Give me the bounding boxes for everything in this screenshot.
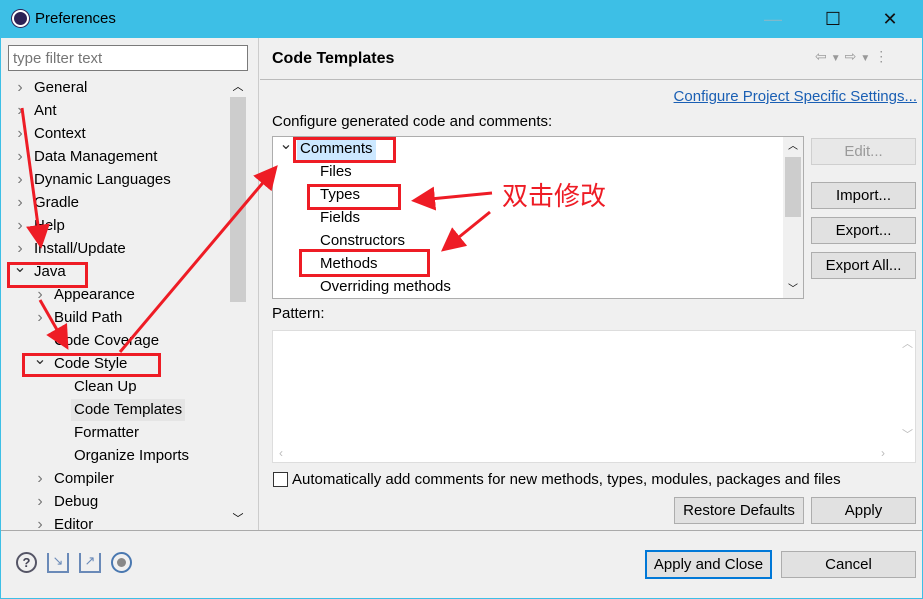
tree-item[interactable]: › Help xyxy=(8,215,248,237)
chevron-down-icon[interactable]: ⌄ xyxy=(279,137,293,156)
annotation-text: 双击修改 xyxy=(502,182,607,212)
chevron-right-icon[interactable]: › xyxy=(13,77,27,99)
tree-item[interactable]: Code Templates xyxy=(8,399,248,421)
help-icon[interactable]: ? xyxy=(16,552,37,573)
tree-item[interactable]: › General xyxy=(8,77,248,99)
tree-item[interactable]: Formatter xyxy=(8,422,248,444)
chevron-right-icon[interactable]: › xyxy=(13,123,27,145)
auto-comments-checkbox[interactable] xyxy=(273,472,288,487)
tree-item-label: Debug xyxy=(54,493,99,510)
chevron-right-icon[interactable]: › xyxy=(33,468,47,490)
tree-item-label: Dynamic Languages xyxy=(34,171,171,188)
tree-item-label: Context xyxy=(34,125,86,142)
chevron-right-icon[interactable]: › xyxy=(33,514,47,529)
project-settings-link[interactable]: Configure Project Specific Settings... xyxy=(674,88,917,105)
scroll-thumb[interactable] xyxy=(230,97,246,302)
auto-comments-label[interactable]: Automatically add comments for new metho… xyxy=(292,471,841,488)
minimize-button[interactable]: — xyxy=(753,6,793,32)
nav-toolbar: ⇦▼⇨▼⋮ xyxy=(815,48,892,65)
restore-defaults-button[interactable]: Restore Defaults xyxy=(674,497,804,524)
record-icon[interactable] xyxy=(111,552,132,573)
tree-item-label: Ant xyxy=(34,102,57,119)
annotation-box-methods xyxy=(299,249,430,277)
export-all-button[interactable]: Export All... xyxy=(811,252,916,279)
forward-arrow-icon[interactable]: ⇨ xyxy=(845,48,861,64)
back-arrow-icon[interactable]: ⇦ xyxy=(815,48,831,64)
templates-scrollbar[interactable]: ︿ ﹀ xyxy=(783,137,803,298)
tree-item[interactable]: › Install/Update xyxy=(8,238,248,260)
export-icon[interactable]: ↗ xyxy=(79,553,101,573)
page-title: Code Templates xyxy=(272,50,395,67)
tree-item-label: Files xyxy=(320,163,352,180)
annotation-box-java xyxy=(7,262,88,288)
tree-item-label: Build Path xyxy=(54,309,123,326)
eclipse-logo-icon xyxy=(12,10,29,27)
dropdown-icon[interactable]: ▼ xyxy=(831,53,845,64)
tree-item[interactable]: Clean Up xyxy=(8,376,248,398)
preference-tree: › General › Ant › Context › Data Management › Dyn… xyxy=(8,77,248,529)
pattern-textarea[interactable]: ︿ ﹀ ‹ › xyxy=(272,330,916,463)
tree-item-label: Install/Update xyxy=(34,240,126,257)
import-icon[interactable]: ↘ xyxy=(47,553,69,573)
tree-item-label: Editor xyxy=(54,516,94,529)
annotation-box-types xyxy=(307,184,401,210)
tree-item[interactable]: › Context xyxy=(8,123,248,145)
pattern-label: Pattern: xyxy=(272,305,325,322)
title-bar: Preferences — ☐ ✕ xyxy=(0,0,923,38)
tree-item-label: Organize Imports xyxy=(74,447,190,464)
tree-item-label: Formatter xyxy=(74,424,140,441)
apply-button[interactable]: Apply xyxy=(811,497,916,524)
window-title: Preferences xyxy=(35,10,116,27)
import-button[interactable]: Import... xyxy=(811,182,916,209)
tree-item-label: Help xyxy=(34,217,65,234)
tree-item[interactable]: › Dynamic Languages xyxy=(8,169,248,191)
edit-button[interactable]: Edit... xyxy=(811,138,916,165)
export-button[interactable]: Export... xyxy=(811,217,916,244)
more-icon[interactable]: ⋮ xyxy=(874,48,892,64)
tree-item-label: Fields xyxy=(320,209,361,226)
tree-item-label: Clean Up xyxy=(74,378,137,395)
header-divider xyxy=(260,79,923,80)
tree-item[interactable]: › Data Management xyxy=(8,146,248,168)
pane-divider[interactable] xyxy=(258,38,259,530)
cancel-button[interactable]: Cancel xyxy=(781,551,916,578)
dropdown-icon[interactable]: ▼ xyxy=(860,53,874,64)
annotation-box-code-style xyxy=(22,353,161,377)
tree-item-label: Data Management xyxy=(34,148,158,165)
tree-item[interactable]: › Build Path xyxy=(8,307,248,329)
maximize-button[interactable]: ☐ xyxy=(813,6,853,32)
tree-item[interactable]: › Editor xyxy=(8,514,248,529)
tree-item[interactable]: Organize Imports xyxy=(8,445,248,467)
annotation-box-comments xyxy=(293,137,396,163)
tree-item-label: Compiler xyxy=(54,470,115,487)
tree-item-label: Overriding methods xyxy=(320,278,451,295)
close-button[interactable]: ✕ xyxy=(870,6,910,32)
tree-item[interactable]: › Gradle xyxy=(8,192,248,214)
tree-item[interactable]: › Compiler xyxy=(8,468,248,490)
footer-divider xyxy=(0,530,923,531)
tree-item-label: Code Coverage xyxy=(54,332,160,349)
tree-item-label: Gradle xyxy=(34,194,80,211)
apply-and-close-button[interactable]: Apply and Close xyxy=(645,550,772,579)
tree-item[interactable]: › Ant xyxy=(8,100,248,122)
chevron-right-icon[interactable]: › xyxy=(13,146,27,168)
tree-scrollbar[interactable]: ︿ ﹀ xyxy=(228,77,248,529)
tree-item-label: General xyxy=(34,79,88,96)
tree-item[interactable]: › Debug xyxy=(8,491,248,513)
chevron-right-icon[interactable]: › xyxy=(13,169,27,191)
chevron-right-icon[interactable]: › xyxy=(33,307,47,329)
chevron-right-icon[interactable]: › xyxy=(13,215,27,237)
tree-item-label: Code Templates xyxy=(71,399,186,421)
configure-label: Configure generated code and comments: xyxy=(272,113,553,130)
scroll-thumb[interactable] xyxy=(785,157,801,217)
tree-item[interactable]: Overriding methods xyxy=(273,276,803,298)
chevron-right-icon[interactable]: › xyxy=(13,192,27,214)
filter-input[interactable] xyxy=(8,45,248,71)
chevron-right-icon[interactable]: › xyxy=(13,100,27,122)
chevron-right-icon[interactable]: › xyxy=(33,491,47,513)
